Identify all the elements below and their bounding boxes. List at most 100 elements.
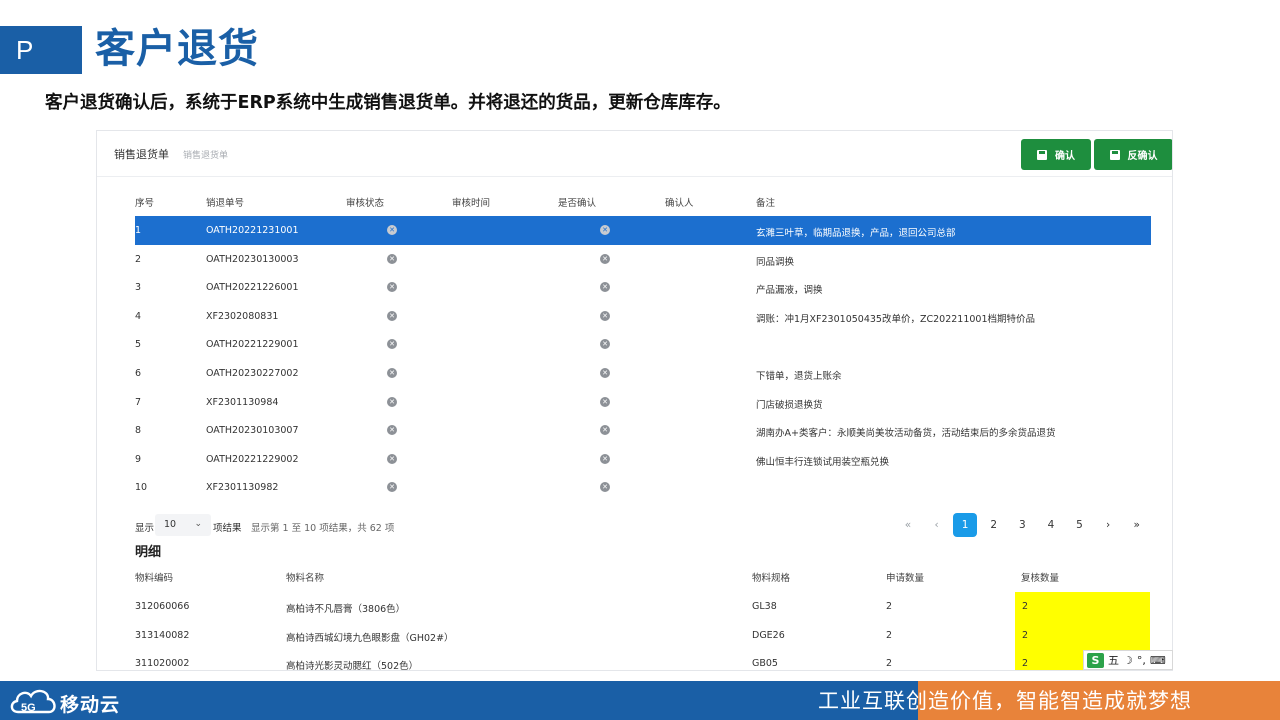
detail-row[interactable]: 313140082 高柏诗西城幻境九色眼影盘（GH02#） DGE26 2 2 <box>135 620 1151 650</box>
detail-apply-qty: 2 <box>886 601 893 612</box>
ime-logo-icon[interactable]: S <box>1087 652 1104 668</box>
page-button-2[interactable]: 2 <box>979 513 1008 537</box>
punctuation-icon[interactable]: °, <box>1137 654 1146 667</box>
breadcrumb-main[interactable]: 销售退货单 <box>114 146 169 162</box>
row-order-no: OATH20221229001 <box>206 339 299 351</box>
detail-table-body: 312060066 高柏诗不凡唇膏（3806色） GL38 2 2 313140082 高柏… <box>135 592 1151 671</box>
detail-name: 高柏诗西城幻境九色眼影盘（GH02#） <box>286 632 454 644</box>
last-page-icon[interactable]: » <box>1122 513 1151 537</box>
table-row[interactable]: 6 OATH20230227002 ✕ ✕ 下错单，退货上账余 <box>135 359 1151 388</box>
row-no: 4 <box>135 310 142 322</box>
x-circle-icon: ✕ <box>600 225 610 235</box>
page-size-value: 10 <box>164 519 177 530</box>
col-header-remark[interactable]: 备注 <box>756 195 775 209</box>
table-row[interactable]: 4 XF2302080831 ✕ ✕ 调账：冲1月XF2301050435改单价，ZC2… <box>135 302 1151 331</box>
x-circle-icon: ✕ <box>600 396 610 407</box>
col-header-audit-status[interactable]: 审核状态 <box>346 195 384 209</box>
detail-col-name[interactable]: 物料名称 <box>286 570 324 584</box>
col-header-no[interactable]: 序号 <box>135 195 154 209</box>
confirm-button[interactable]: 确认 <box>1021 139 1091 170</box>
detail-name: 高柏诗不凡唇膏（3806色） <box>286 604 406 615</box>
table-row[interactable]: 10 XF2301130982 ✕ ✕ <box>135 473 1151 502</box>
moon-icon[interactable]: ☽ <box>1123 654 1133 667</box>
x-circle-icon: ✕ <box>387 253 397 264</box>
row-no: 8 <box>135 425 142 437</box>
col-header-order[interactable]: 销退单号 <box>206 195 244 209</box>
row-remark: 产品漏液，调换 <box>756 285 823 297</box>
row-no: 3 <box>135 282 142 294</box>
breadcrumb-sub[interactable]: 销售退货单 <box>183 148 228 161</box>
row-order-no: OATH20221226001 <box>206 282 299 294</box>
detail-review-qty[interactable]: 2 <box>1015 592 1150 621</box>
detail-review-qty[interactable]: 2 <box>1015 620 1150 650</box>
save-icon <box>1037 149 1047 160</box>
table-row[interactable]: 7 XF2301130984 ✕ ✕ 门店破损退换货 <box>135 388 1151 417</box>
row-remark: 湖南办A+类客户：永顺美尚美妆活动备货，活动结束后的多余货品退货 <box>756 428 1056 440</box>
detail-col-code[interactable]: 物料编码 <box>135 570 173 584</box>
page-size-label: 显示 <box>135 523 155 534</box>
col-header-confirmed[interactable]: 是否确认 <box>558 195 596 209</box>
footer-bar: 5G 移动云 工业互联创造价值，智能智造成就梦想 <box>0 681 1280 720</box>
page-size-select[interactable]: 10 ⌄ <box>155 514 211 536</box>
row-no: 10 <box>135 482 148 494</box>
row-remark: 同品调换 <box>756 256 795 268</box>
cloud-logo-icon: 5G <box>10 689 56 714</box>
page-button-1[interactable]: 1 <box>953 513 978 537</box>
row-order-no: XF2302080831 <box>206 310 279 322</box>
col-header-audit-time[interactable]: 审核时间 <box>452 195 490 209</box>
unconfirm-button[interactable]: 反确认 <box>1094 139 1172 170</box>
x-circle-icon: ✕ <box>600 253 610 264</box>
detail-code: 311020002 <box>135 658 190 670</box>
page-button-5[interactable]: 5 <box>1065 513 1094 537</box>
detail-name: 高柏诗光影灵动腮红（502色） <box>286 661 419 671</box>
first-page-icon[interactable]: « <box>894 513 923 537</box>
table-row[interactable]: 3 OATH20221226001 ✕ ✕ 产品漏液，调换 <box>135 273 1151 302</box>
row-order-no: OATH20221229002 <box>206 453 299 465</box>
x-circle-icon: ✕ <box>387 310 397 321</box>
detail-spec: DGE26 <box>752 629 785 641</box>
x-circle-icon: ✕ <box>600 282 610 293</box>
page-button-4[interactable]: 4 <box>1037 513 1066 537</box>
ime-mode[interactable]: 五 <box>1108 652 1119 668</box>
row-remark: 调账：冲1月XF2301050435改单价，ZC202211001档期特价品 <box>756 313 1035 325</box>
prev-page-icon[interactable]: ‹ <box>922 513 951 537</box>
col-header-confirmer[interactable]: 确认人 <box>665 195 694 209</box>
detail-row[interactable]: 311020002 高柏诗光影灵动腮红（502色） GB05 2 2 <box>135 649 1151 671</box>
detail-spec: GL38 <box>752 601 777 612</box>
table-row[interactable]: 9 OATH20221229002 ✕ ✕ 佛山恒丰行连锁试用装空瓶兑换 <box>135 445 1151 474</box>
detail-code: 313140082 <box>135 629 190 641</box>
row-remark: 佛山恒丰行连锁试用装空瓶兑换 <box>756 456 890 468</box>
next-page-icon[interactable]: › <box>1094 513 1123 537</box>
logo-digit: 5G <box>21 702 36 714</box>
detail-col-spec[interactable]: 物料规格 <box>752 570 790 584</box>
row-order-no: OATH20230103007 <box>206 425 299 437</box>
x-circle-icon: ✕ <box>600 453 610 464</box>
row-order-no: XF2301130982 <box>206 482 279 494</box>
x-circle-icon: ✕ <box>387 339 397 350</box>
detail-spec: GB05 <box>752 658 778 670</box>
pagination-bar: 显示 10 ⌄ 项结果 显示第 1 至 10 项结果，共 62 项 «‹ 1 2 3 4… <box>135 512 1151 540</box>
page-button-3[interactable]: 3 <box>1008 513 1037 537</box>
detail-col-review-qty[interactable]: 复核数量 <box>1021 570 1059 584</box>
detail-col-apply-qty[interactable]: 申请数量 <box>886 570 924 584</box>
detail-row[interactable]: 312060066 高柏诗不凡唇膏（3806色） GL38 2 2 <box>135 592 1151 621</box>
row-no: 6 <box>135 367 142 379</box>
row-remark: 玄濉三叶草，临期品退换，产品，退回公司总部 <box>756 228 956 239</box>
keyboard-icon[interactable]: ⌨ <box>1150 654 1166 667</box>
table-row[interactable]: 5 OATH20221229001 ✕ ✕ <box>135 330 1151 359</box>
x-circle-icon: ✕ <box>387 282 397 293</box>
returns-table-body: 1 OATH20221231001 ✕ ✕ 玄濉三叶草，临期品退换，产品，退回公司总部 2… <box>135 216 1151 502</box>
erp-header: 销售退货单 销售退货单 确认 反确认 <box>97 131 1172 177</box>
ime-toolbar[interactable]: S 五 ☽ °, ⌨ <box>1083 650 1173 670</box>
row-no: 1 <box>135 225 142 236</box>
table-row[interactable]: 8 OATH20230103007 ✕ ✕ 湖南办A+类客户：永顺美尚美妆活动备货，活动… <box>135 416 1151 445</box>
slide-title: 客户退货 <box>95 26 259 72</box>
table-row[interactable]: 1 OATH20221231001 ✕ ✕ 玄濉三叶草，临期品退换，产品，退回公司总部 <box>135 216 1151 245</box>
footer-slogan: 工业互联创造价值，智能智造成就梦想 <box>818 689 1192 713</box>
x-circle-icon: ✕ <box>387 425 397 436</box>
x-circle-icon: ✕ <box>600 482 610 493</box>
detail-title: 明细 <box>135 545 162 560</box>
table-row[interactable]: 2 OATH20230130003 ✕ ✕ 同品调换 <box>135 245 1151 274</box>
logo-text: 移动云 <box>60 694 121 716</box>
row-remark: 门店破损退换货 <box>756 399 823 411</box>
